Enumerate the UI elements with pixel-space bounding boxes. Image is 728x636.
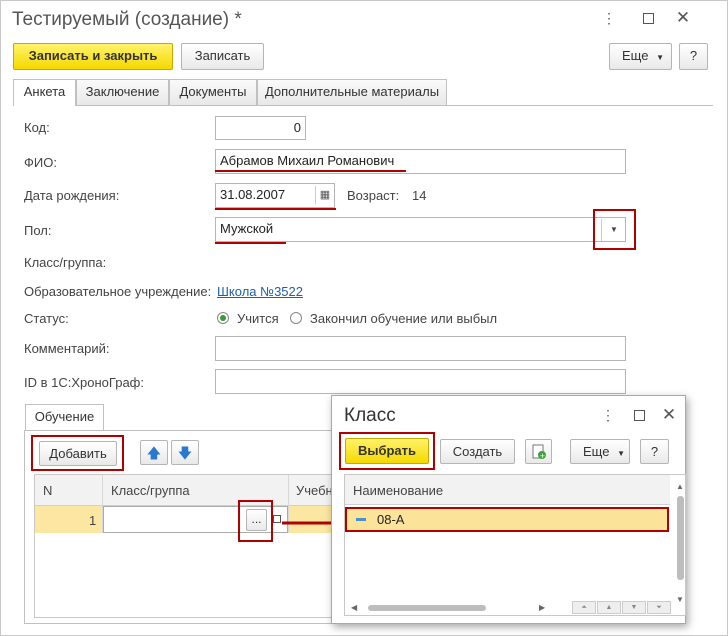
sex-underline-mark — [215, 242, 286, 244]
create-button[interactable]: Создать — [440, 439, 515, 464]
status-graduated-label: Закончил обучение или выбыл — [310, 311, 498, 326]
school-link[interactable]: Школа №3522 — [217, 284, 303, 299]
scroll-right-icon[interactable]: ▶ — [539, 603, 545, 612]
tabs-baseline — [13, 105, 713, 106]
col-class-header: Класс/группа — [111, 483, 190, 498]
horizontal-scrollbar-thumb[interactable] — [368, 605, 486, 611]
age-value: 14 — [412, 188, 427, 203]
window-menu-icon[interactable]: ⋮ — [599, 10, 619, 27]
status-label: Статус: — [24, 311, 69, 326]
age-label: Возраст: — [347, 188, 400, 203]
code-input[interactable]: 0 — [215, 116, 306, 140]
go-last-icon[interactable]: ⏷ — [647, 601, 671, 614]
tab-documents[interactable]: Документы — [169, 79, 257, 105]
col-name-header: Наименование — [353, 483, 444, 498]
scroll-up-icon[interactable]: ▲ — [676, 482, 684, 491]
save-button[interactable]: Записать — [181, 43, 264, 70]
help-button[interactable]: ? — [679, 43, 708, 70]
sex-select[interactable]: Мужской — [215, 217, 626, 242]
sex-value: Мужской — [220, 221, 274, 236]
row-number: 1 — [89, 513, 97, 528]
chronograph-id-input[interactable] — [215, 369, 626, 394]
picker-highlight-mark — [238, 500, 273, 542]
tab-anketa[interactable]: Анкета — [13, 79, 76, 106]
col-n-header: N — [43, 483, 53, 498]
comment-input[interactable] — [215, 336, 626, 361]
col-edu-header: Учебн — [296, 483, 333, 498]
tab-study[interactable]: Обучение — [25, 404, 104, 431]
comment-label: Комментарий: — [24, 341, 110, 356]
window-close-icon[interactable]: ✕ — [673, 8, 693, 28]
birth-date-label: Дата рождения: — [24, 188, 120, 203]
dialog-restore-icon[interactable] — [629, 407, 649, 421]
move-up-arrow-icon[interactable]: 🡅 — [140, 440, 168, 465]
dialog-menu-icon[interactable]: ⋮ — [598, 407, 618, 424]
status-studying-label: Учится — [237, 311, 279, 326]
tab-additional-materials[interactable]: Дополнительные материалы — [257, 79, 447, 105]
svg-text:+: + — [539, 452, 545, 460]
dialog-help-button[interactable]: ? — [640, 439, 669, 464]
move-down-arrow-icon[interactable]: 🡇 — [171, 440, 199, 465]
status-radio-studying[interactable] — [217, 312, 229, 324]
more-label: Еще — [622, 48, 649, 63]
list-item-name: 08-А — [377, 512, 405, 527]
chevron-down-icon: ▼ — [617, 449, 625, 458]
window-restore-icon[interactable] — [638, 10, 658, 24]
dialog-more-label: Еще — [583, 444, 610, 459]
go-previous-icon[interactable]: ▲ — [597, 601, 621, 614]
class-group-label: Класс/группа: — [24, 255, 107, 270]
save-and-close-button[interactable]: Записать и закрыть — [13, 43, 173, 70]
window-title: Тестируемый (создание) * — [12, 9, 242, 30]
copy-doc-button[interactable]: + — [525, 439, 552, 464]
copy-doc-icon: + — [532, 444, 546, 460]
scroll-left-icon[interactable]: ◀ — [351, 603, 357, 612]
sex-dropdown-highlight-mark — [593, 209, 636, 250]
go-next-icon[interactable]: ▼ — [622, 601, 646, 614]
select-button-highlight-mark — [339, 432, 435, 470]
go-first-icon[interactable]: ⏶ — [572, 601, 596, 614]
code-label: Код: — [24, 120, 50, 135]
status-radio-graduated[interactable] — [290, 312, 302, 324]
school-label: Образовательное учреждение: — [24, 284, 212, 299]
scroll-down-icon[interactable]: ▼ — [676, 595, 684, 604]
fio-underline-mark — [215, 170, 406, 172]
more-button[interactable]: Еще ▼ — [609, 43, 672, 70]
dialog-close-icon[interactable]: ✕ — [659, 405, 679, 425]
sex-label: Пол: — [24, 223, 52, 238]
calendar-icon[interactable]: ▦ — [315, 186, 334, 204]
chronograph-id-label: ID в 1С:ХроноГраф: — [24, 375, 144, 390]
fio-label: ФИО: — [24, 155, 57, 170]
dialog-more-button[interactable]: Еще ▼ — [570, 439, 630, 464]
dialog-title: Класс — [344, 405, 396, 426]
tab-conclusion[interactable]: Заключение — [76, 79, 169, 105]
vertical-scrollbar-thumb[interactable] — [677, 496, 684, 580]
item-dash-icon — [356, 518, 366, 521]
chevron-down-icon: ▼ — [656, 53, 664, 62]
birth-date-value: 31.08.2007 — [220, 187, 286, 202]
add-button-highlight-mark — [31, 435, 124, 471]
birth-date-underline-mark — [215, 208, 336, 210]
